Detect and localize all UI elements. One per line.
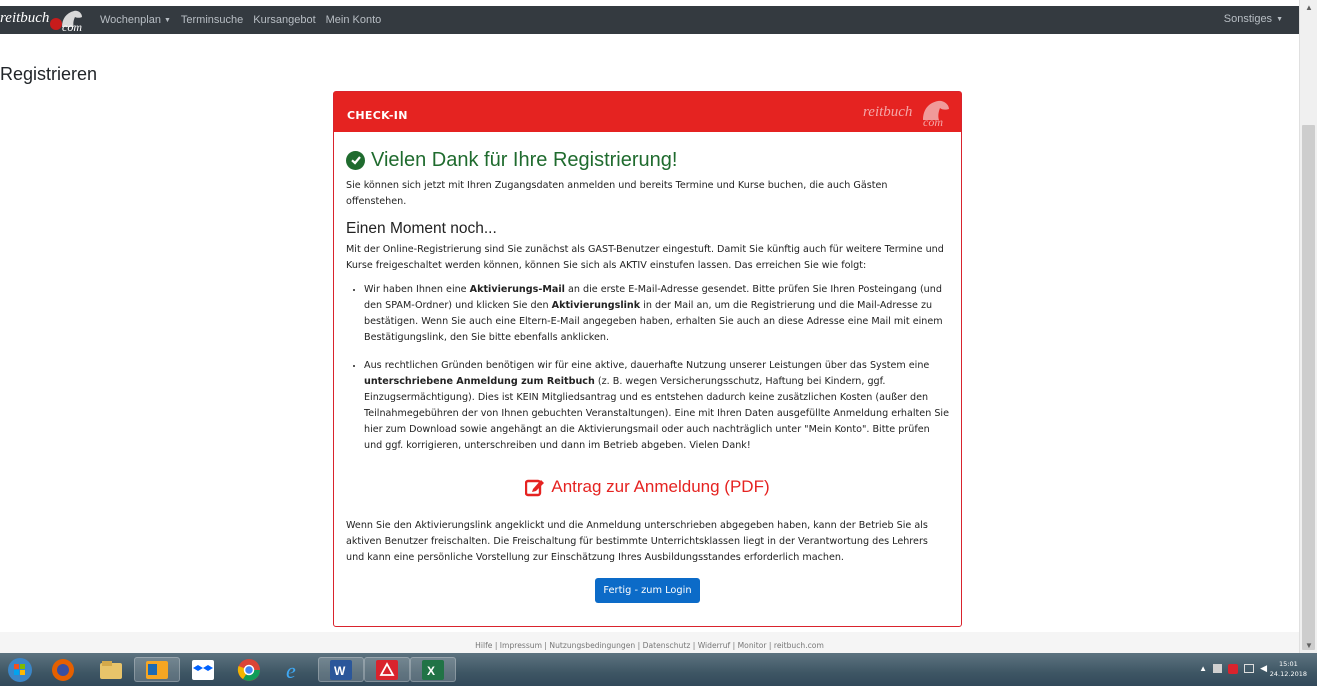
moment-heading: Einen Moment noch... — [346, 220, 497, 237]
svg-text:W: W — [334, 664, 346, 678]
scroll-down-icon[interactable]: ▼ — [1305, 641, 1313, 650]
list-item: Aus rechtlichen Gründen benötigen wir fü… — [364, 358, 949, 454]
success-title-text: Vielen Dank für Ihre Registrierung! — [371, 149, 678, 171]
internet-explorer-icon[interactable]: e — [272, 657, 318, 682]
antivirus-icon[interactable] — [1228, 663, 1239, 674]
card-body: Vielen Dank für Ihre Registrierung! Sie … — [334, 148, 961, 603]
nav-label: Terminsuche — [180, 14, 244, 26]
nav-sonstiges[interactable]: Sonstiges ▼ — [1224, 13, 1283, 25]
taskbar-clock[interactable]: 15:01 24.12.2018 — [1270, 659, 1307, 679]
login-button[interactable]: Fertig - zum Login — [595, 578, 700, 603]
pdf-application-link[interactable]: Antrag zur Anmeldung (PDF) — [346, 475, 949, 499]
volume-icon[interactable]: ◀ — [1260, 663, 1267, 674]
nav-label: Sonstiges — [1223, 13, 1273, 25]
nav-label: Mein Konto — [325, 14, 382, 26]
nav-kursangebot[interactable]: Kursangebot — [253, 14, 315, 26]
chrome-icon[interactable] — [226, 657, 272, 682]
nav-label: Wochenplan — [100, 14, 161, 26]
footer-links[interactable]: Hilfe | Impressum | Nutzungsbedingungen … — [0, 641, 1299, 650]
nav-mein-konto[interactable]: Mein Konto — [326, 14, 382, 26]
step-text: Aus rechtlichen Gründen benötigen wir fü… — [364, 360, 930, 371]
card-header: CHECK-IN reitbuch com — [334, 92, 961, 132]
pdf-link-label: Antrag zur Anmeldung (PDF) — [551, 477, 770, 496]
flag-icon[interactable] — [1213, 664, 1223, 673]
closing-text: Wenn Sie den Aktivierungslink angeklickt… — [346, 520, 928, 563]
windows-taskbar: e W X ▲ ◀ 15:01 24.12.2018 — [0, 653, 1317, 686]
scroll-up-icon[interactable]: ▲ — [1305, 3, 1313, 12]
intro-text: Sie können sich jetzt mit Ihren Zugangsd… — [346, 180, 888, 207]
card-logo-word: reitbuch — [863, 104, 913, 120]
firefox-icon[interactable] — [40, 657, 86, 682]
step-text: Wir haben Ihnen eine — [364, 284, 470, 295]
brand-suffix: com — [62, 20, 82, 34]
steps-list: Wir haben Ihnen eine Aktivierungs-Mail a… — [346, 282, 949, 454]
nav-label: Kursangebot — [253, 14, 316, 26]
card-logo: reitbuch com — [863, 98, 957, 129]
scrollbar-thumb[interactable] — [1302, 125, 1315, 650]
network-icon[interactable] — [1244, 664, 1255, 673]
dropbox-icon[interactable] — [180, 657, 226, 682]
check-circle-icon — [346, 150, 365, 170]
svg-text:e: e — [286, 658, 296, 682]
success-heading: Vielen Dank für Ihre Registrierung! — [346, 148, 949, 172]
page-title: Registrieren — [0, 64, 98, 84]
tray-expand-icon[interactable]: ▲ — [1199, 664, 1207, 673]
nav-terminsuche[interactable]: Terminsuche — [181, 14, 243, 26]
clock-time: 15:01 — [1279, 660, 1298, 668]
outlook-icon[interactable] — [134, 657, 180, 682]
list-item: Wir haben Ihnen eine Aktivierungs-Mail a… — [364, 282, 949, 346]
caret-down-icon: ▼ — [163, 16, 171, 24]
vertical-scrollbar[interactable]: ▲ ▼ — [1299, 0, 1317, 653]
caret-down-icon: ▼ — [1276, 15, 1283, 23]
card-header-label: CHECK-IN — [347, 109, 408, 122]
step-bold: unterschriebene Anmeldung zum Reitbuch — [364, 376, 595, 387]
system-tray: ▲ ◀ — [1199, 663, 1267, 674]
step-bold: Aktivierungs-Mail — [469, 284, 565, 295]
card-logo-suffix: com — [923, 115, 943, 129]
brand-logo[interactable]: reitbuch com — [0, 6, 90, 34]
step-bold: Aktivierungslink — [551, 300, 641, 311]
brand-word: reitbuch — [0, 10, 50, 26]
file-explorer-icon[interactable] — [88, 657, 134, 682]
top-navbar: reitbuch com Wochenplan ▼ Terminsuche Ku… — [0, 6, 1299, 34]
step-text: (z. B. wegen Versicherungsschutz, Haftun… — [364, 376, 949, 451]
start-orb-icon[interactable] — [0, 657, 40, 682]
moment-text: Mit der Online-Registrierung sind Sie zu… — [346, 244, 944, 271]
svg-text:X: X — [427, 664, 435, 678]
excel-icon[interactable]: X — [410, 657, 456, 682]
edit-icon — [525, 479, 545, 496]
word-icon[interactable]: W — [318, 657, 364, 682]
clock-date: 24.12.2018 — [1269, 670, 1307, 678]
checkin-card: CHECK-IN reitbuch com Vielen Dank für Ih… — [333, 91, 962, 627]
nav-wochenplan[interactable]: Wochenplan ▼ — [100, 14, 171, 26]
acrobat-icon[interactable] — [364, 657, 410, 682]
